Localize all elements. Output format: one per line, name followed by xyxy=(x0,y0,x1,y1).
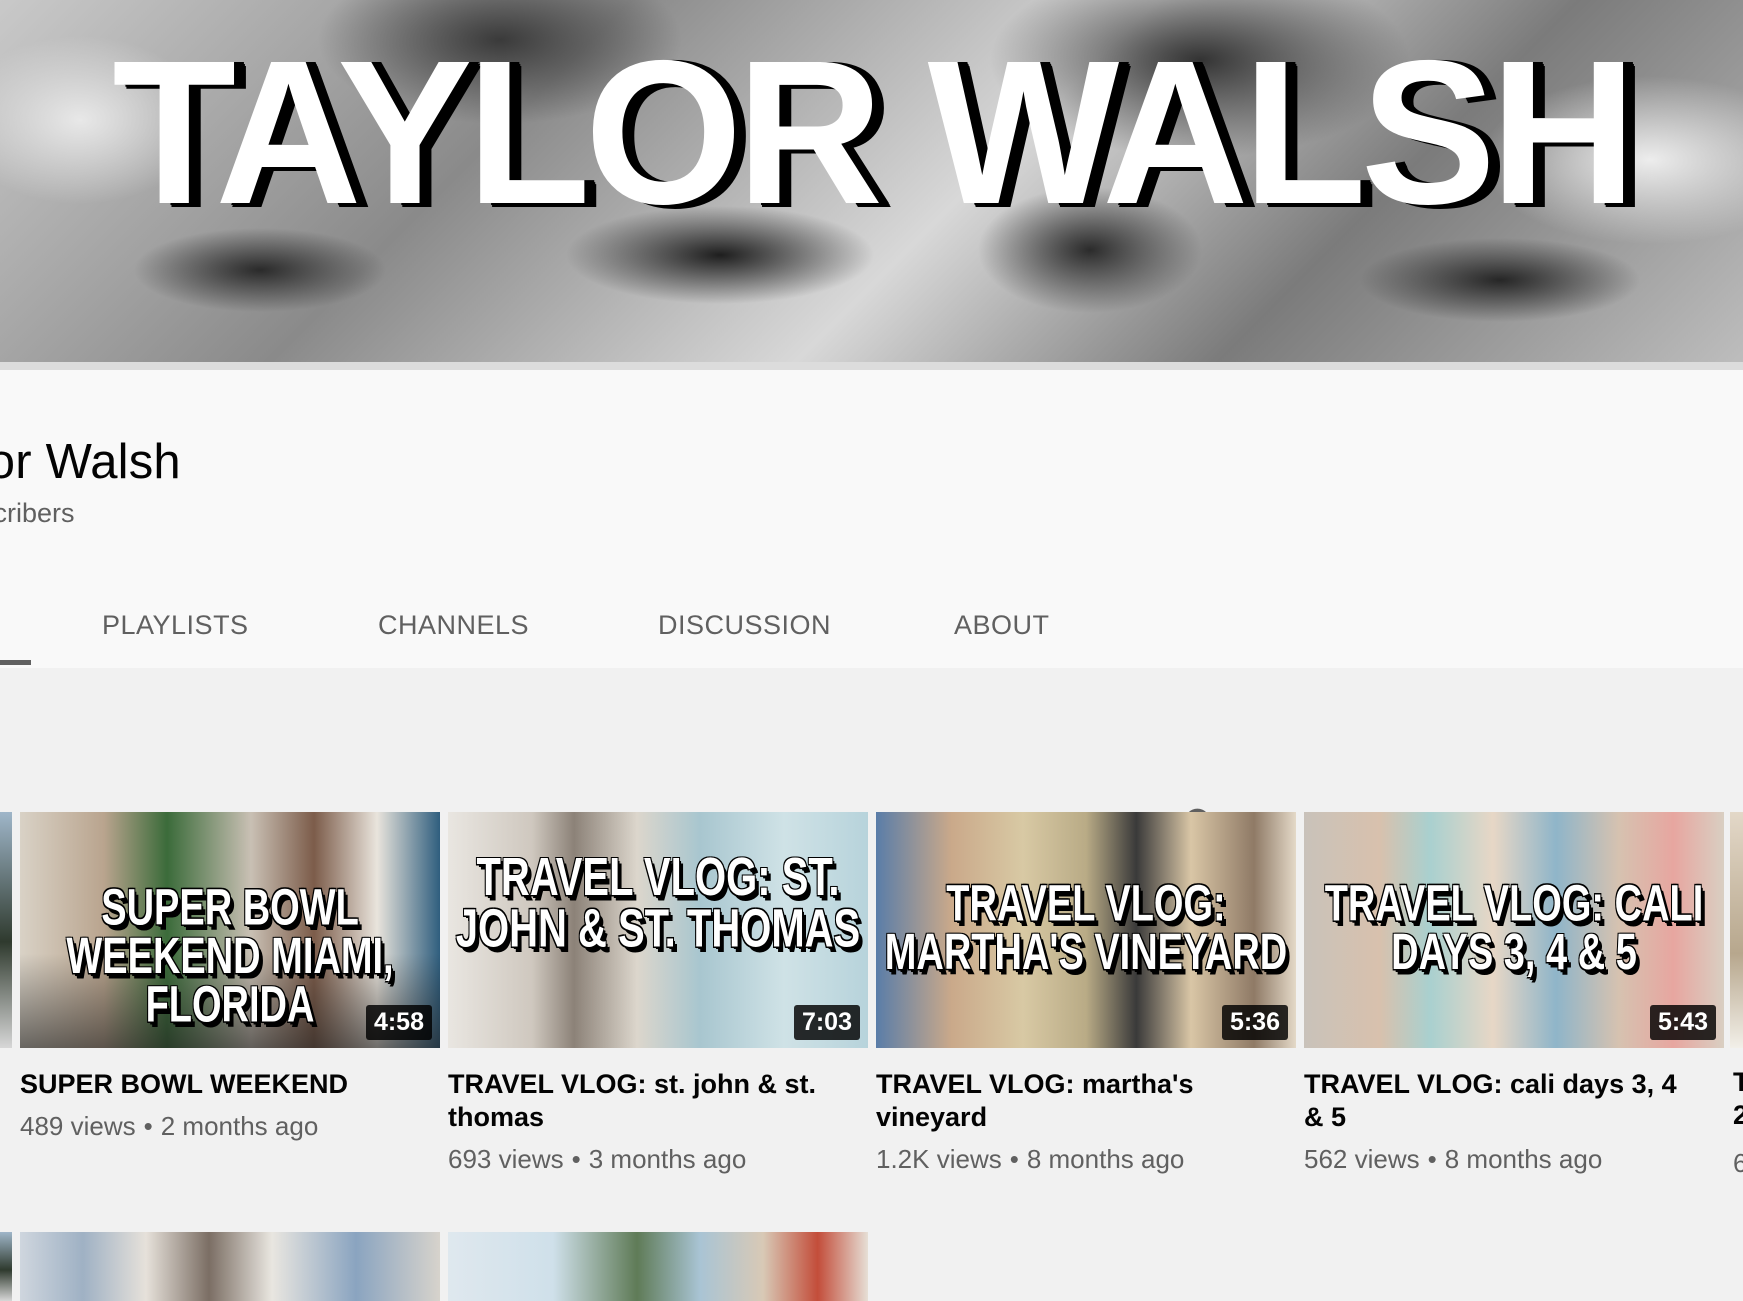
meta-separator: • xyxy=(571,1144,581,1174)
video-title-partial[interactable]: T 2 xyxy=(1733,1066,1743,1132)
thumbnail-caption: TRAVEL VLOG: MARTHA'S VINEYARD xyxy=(884,875,1288,982)
video-duration: 5:43 xyxy=(1649,1005,1716,1040)
partial-title-line: 2 xyxy=(1733,1100,1743,1130)
partial-title-line: T xyxy=(1733,1067,1743,1097)
channel-name: ylor Walsh xyxy=(0,435,181,489)
video-meta: 489 views • 2 months ago xyxy=(20,1111,440,1142)
video-meta: 693 views • 3 months ago xyxy=(448,1144,868,1175)
view-count: 1.2K views xyxy=(876,1144,1002,1174)
tab-channels[interactable]: CHANNELS xyxy=(378,582,529,668)
view-count: 489 views xyxy=(20,1111,136,1141)
channel-banner: TAYLOR WALSH xyxy=(0,0,1743,362)
video-title[interactable]: SUPER BOWL WEEKEND xyxy=(20,1068,400,1101)
channel-header: ylor Walsh ubscribers PLAYLISTS CHANNELS… xyxy=(0,370,1743,844)
meta-separator: • xyxy=(1009,1144,1019,1174)
video-card[interactable]: TRAVEL VLOG: MARTHA'S VINEYARD 5:36 TRAV… xyxy=(876,812,1296,1175)
video-card[interactable]: TRAVEL VLOG: CALI DAYS 3, 4 & 5 5:43 TRA… xyxy=(1304,812,1724,1175)
meta-separator: • xyxy=(143,1111,153,1141)
video-thumbnail[interactable] xyxy=(448,1232,868,1301)
view-count: 693 views xyxy=(448,1144,564,1174)
video-thumbnail[interactable] xyxy=(20,1232,440,1301)
video-card[interactable]: SUPER BOWL WEEKEND MIAMI, FLORIDA 4:58 S… xyxy=(20,812,440,1142)
video-duration: 4:58 xyxy=(365,1005,432,1040)
video-meta-partial: 6 xyxy=(1733,1148,1743,1178)
tab-about[interactable]: ABOUT xyxy=(954,582,1050,668)
upload-age: 8 months ago xyxy=(1444,1144,1603,1174)
tab-discussion[interactable]: DISCUSSION xyxy=(658,582,831,668)
video-thumbnail[interactable]: TRAVEL VLOG: MARTHA'S VINEYARD 5:36 xyxy=(876,812,1296,1048)
upload-age: 2 months ago xyxy=(160,1111,319,1141)
video-title[interactable]: TRAVEL VLOG: martha's vineyard xyxy=(876,1068,1256,1134)
thumbnail-caption: TRAVEL VLOG: CALI DAYS 3, 4 & 5 xyxy=(1324,875,1704,982)
video-title[interactable]: TRAVEL VLOG: cali days 3, 4 & 5 xyxy=(1304,1068,1684,1134)
tab-playlists[interactable]: PLAYLISTS xyxy=(102,582,249,668)
video-meta: 562 views • 8 months ago xyxy=(1304,1144,1724,1175)
video-card[interactable]: TRAVEL VLOG: ST. JOHN & ST. THOMAS 7:03 … xyxy=(448,812,868,1175)
channel-tabs: PLAYLISTS CHANNELS DISCUSSION ABOUT xyxy=(0,582,1743,844)
subscriber-count: ubscribers xyxy=(0,498,75,528)
video-title[interactable]: TRAVEL VLOG: st. john & st. thomas xyxy=(448,1068,828,1134)
video-meta: 1.2K views • 8 months ago xyxy=(876,1144,1296,1175)
video-duration: 7:03 xyxy=(793,1005,860,1040)
tab-active-indicator xyxy=(0,660,31,665)
video-thumbnail[interactable]: TRAVEL VLOG: CALI DAYS 3, 4 & 5 5:43 xyxy=(1304,812,1724,1048)
video-thumbnail-partial[interactable] xyxy=(1730,812,1743,1048)
video-thumbnail[interactable]: TRAVEL VLOG: ST. JOHN & ST. THOMAS 7:03 xyxy=(448,812,868,1048)
banner-title: TAYLOR WALSH xyxy=(112,18,1636,247)
video-thumbnail-partial[interactable] xyxy=(0,812,12,1048)
video-duration: 5:36 xyxy=(1221,1005,1288,1040)
thumbnail-caption: TRAVEL VLOG: ST. JOHN & ST. THOMAS xyxy=(455,847,861,959)
video-thumbnail[interactable]: SUPER BOWL WEEKEND MIAMI, FLORIDA 4:58 xyxy=(20,812,440,1048)
video-thumbnail-partial[interactable] xyxy=(0,1232,12,1301)
meta-separator: • xyxy=(1427,1144,1437,1174)
upload-age: 3 months ago xyxy=(588,1144,747,1174)
view-count: 562 views xyxy=(1304,1144,1420,1174)
banner-divider xyxy=(0,362,1743,370)
upload-age: 8 months ago xyxy=(1026,1144,1185,1174)
